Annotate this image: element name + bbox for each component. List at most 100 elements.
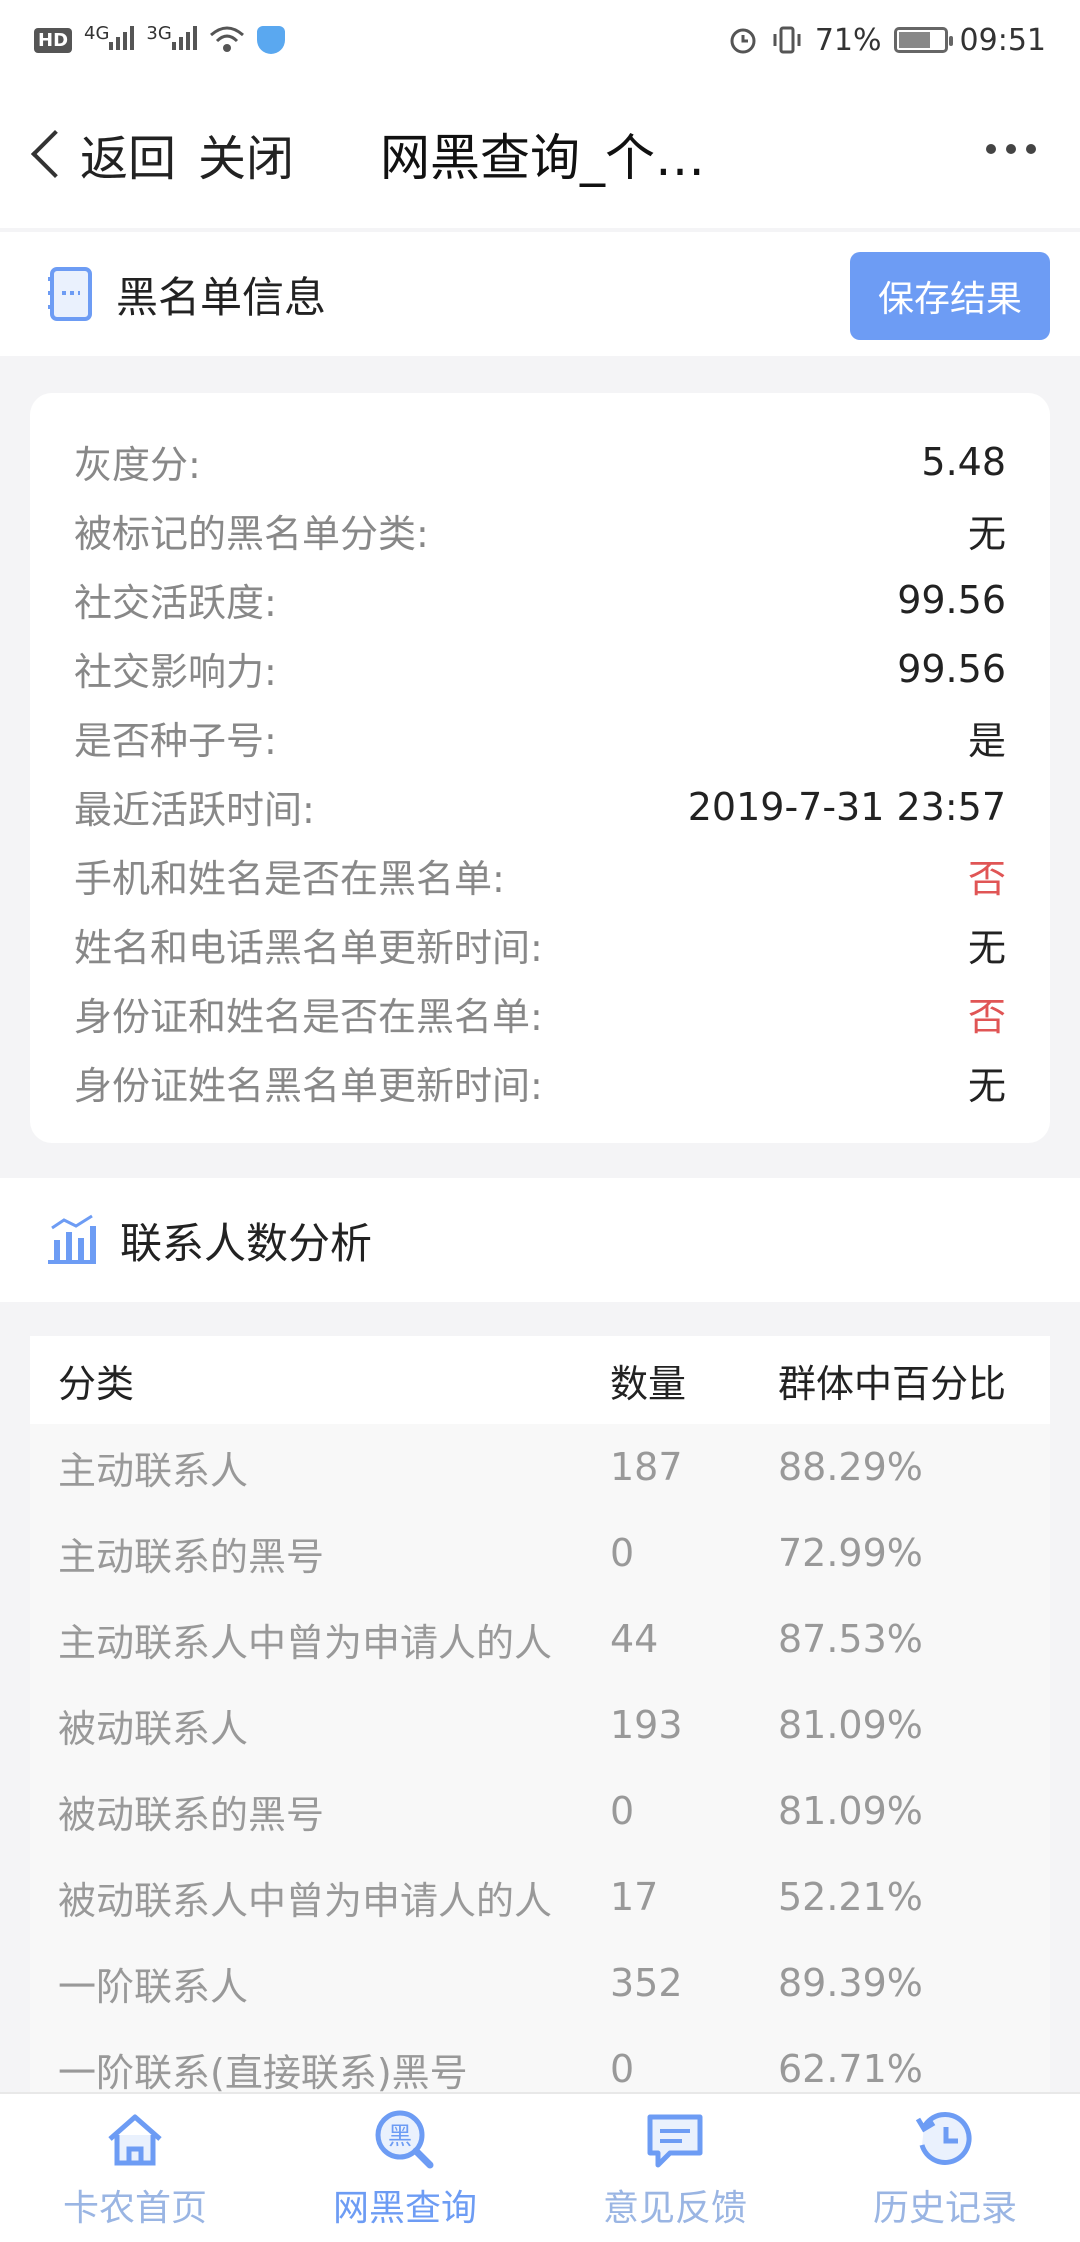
cell-count: 0 xyxy=(610,2047,635,2091)
back-button[interactable]: 返回 xyxy=(80,119,176,189)
info-row: 姓名和电话黑名单更新时间: 无 xyxy=(74,910,1006,979)
status-left: HD 4G 3G xyxy=(34,23,285,58)
section-title-contacts: 联系人数分析 xyxy=(120,1218,373,1268)
blacklist-search-icon: 黑 xyxy=(375,2110,434,2169)
cell-count: 17 xyxy=(610,1875,659,1919)
section-title-blacklist: 黑名单信息 xyxy=(116,272,327,322)
table-header: 分类 数量 群体中百分比 xyxy=(30,1336,1050,1424)
signal-bars-icon xyxy=(171,24,197,50)
save-result-button[interactable]: 保存结果 xyxy=(850,252,1050,340)
cell-percent: 72.99% xyxy=(778,1531,923,1575)
cell-category: 被动联系人 xyxy=(58,1706,249,1751)
info-value: 5.48 xyxy=(921,439,1006,484)
back-chevron-icon[interactable] xyxy=(30,129,80,179)
cell-percent: 88.29% xyxy=(778,1445,923,1489)
tab-home[interactable]: 卡农首页 xyxy=(0,2094,270,2242)
cell-count: 0 xyxy=(610,1531,635,1575)
cell-count: 0 xyxy=(610,1789,635,1833)
bar-chart-icon xyxy=(48,1214,96,1264)
tab-label-history: 历史记录 xyxy=(872,2188,1017,2229)
home-icon xyxy=(108,2114,162,2166)
status-right: 71% 09:51 xyxy=(727,23,1046,58)
info-value: 无 xyxy=(967,1064,1006,1108)
info-row: 被标记的黑名单分类: 无 xyxy=(74,496,1006,565)
cell-percent: 81.09% xyxy=(778,1703,923,1747)
blacklist-doc-icon xyxy=(48,267,92,321)
cell-category: 被动联系的黑号 xyxy=(58,1792,325,1837)
info-row: 社交影响力: 99.56 xyxy=(74,634,1006,703)
navigation-bar: 返回 关闭 网黑查询_个… xyxy=(0,80,1080,228)
info-value: 否 xyxy=(967,857,1006,901)
info-label: 社交活跃度: xyxy=(74,581,277,625)
security-shield-icon xyxy=(256,26,285,54)
table-row: 被动联系人中曾为申请人的人 17 52.21% xyxy=(30,1854,1050,1940)
table-row: 主动联系的黑号 0 72.99% xyxy=(30,1510,1050,1596)
info-label: 被标记的黑名单分类: xyxy=(74,512,429,556)
info-value: 99.56 xyxy=(897,577,1006,622)
info-label: 身份证姓名黑名单更新时间: xyxy=(74,1064,543,1108)
bottom-tab-bar: 卡农首页 黑 网黑查询 意见反馈 历史记录 xyxy=(0,2092,1080,2242)
info-row: 手机和姓名是否在黑名单: 否 xyxy=(74,841,1006,910)
table-row: 主动联系人中曾为申请人的人 44 87.53% xyxy=(30,1596,1050,1682)
table-row: 被动联系的黑号 0 81.09% xyxy=(30,1768,1050,1854)
wifi-icon xyxy=(209,26,244,52)
info-value: 无 xyxy=(967,512,1006,556)
cell-percent: 52.21% xyxy=(778,1875,923,1919)
blacklist-glyph: 黑 xyxy=(388,2122,412,2150)
blacklist-info-card: 灰度分: 5.48 被标记的黑名单分类: 无社交活跃度: 99.56 社交影响力: 99.5… xyxy=(30,393,1050,1143)
info-label: 手机和姓名是否在黑名单: xyxy=(74,857,505,901)
info-value: 是 xyxy=(967,719,1006,763)
alarm-icon xyxy=(730,28,756,54)
cell-count: 193 xyxy=(610,1703,683,1747)
feedback-icon xyxy=(647,2114,703,2168)
cell-percent: 87.53% xyxy=(778,1617,923,1661)
info-value: 无 xyxy=(967,926,1006,970)
header-count: 数量 xyxy=(610,1361,687,1406)
info-value: 否 xyxy=(967,995,1006,1039)
cell-percent: 89.39% xyxy=(778,1961,923,2005)
cell-category: 主动联系人中曾为申请人的人 xyxy=(58,1620,553,1665)
cell-category: 主动联系的黑号 xyxy=(58,1534,325,1579)
table-row: 主动联系人 187 88.29% xyxy=(30,1424,1050,1510)
info-row: 最近活跃时间: 2019-7-31 23:57 xyxy=(74,772,1006,841)
info-row: 身份证和姓名是否在黑名单: 否 xyxy=(74,979,1006,1048)
close-button[interactable]: 关闭 xyxy=(198,119,294,189)
tab-label-feedback: 意见反馈 xyxy=(602,2188,747,2229)
signal-4g: 4G xyxy=(84,23,135,58)
info-row: 灰度分: 5.48 xyxy=(74,427,1006,496)
tab-blacklist-search[interactable]: 黑 网黑查询 xyxy=(270,2094,540,2242)
status-bar: HD 4G 3G 71% 09:51 xyxy=(0,0,1080,80)
info-label: 最近活跃时间: xyxy=(74,788,315,832)
hd-badge: HD xyxy=(34,27,73,53)
info-row: 身份证姓名黑名单更新时间: 无 xyxy=(74,1048,1006,1117)
signal-3g: 3G xyxy=(146,23,197,58)
contacts-section-header: 联系人数分析 xyxy=(0,1178,1080,1302)
cell-category: 主动联系人 xyxy=(58,1448,249,1493)
info-value: 99.56 xyxy=(897,646,1006,691)
info-label: 姓名和电话黑名单更新时间: xyxy=(74,926,543,970)
contacts-table: 分类 数量 群体中百分比 主动联系人 187 88.29% 主动联系的黑号 0 72.99… xyxy=(30,1336,1050,2112)
cell-category: 被动联系人中曾为申请人的人 xyxy=(58,1878,553,1923)
info-label: 身份证和姓名是否在黑名单: xyxy=(74,995,543,1039)
cell-category: 一阶联系人 xyxy=(58,1964,249,2009)
tab-history[interactable]: 历史记录 xyxy=(810,2094,1080,2242)
info-row: 社交活跃度: 99.56 xyxy=(74,565,1006,634)
table-row: 被动联系人 193 81.09% xyxy=(30,1682,1050,1768)
info-label: 社交影响力: xyxy=(74,650,277,694)
cell-percent: 81.09% xyxy=(778,1789,923,1833)
tab-label-home: 卡农首页 xyxy=(62,2188,207,2229)
tab-feedback[interactable]: 意见反馈 xyxy=(540,2094,810,2242)
tab-label-blacklist-search: 网黑查询 xyxy=(332,2188,477,2229)
table-row: 一阶联系人 352 89.39% xyxy=(30,1940,1050,2026)
more-options-icon[interactable] xyxy=(986,144,1036,154)
cell-count: 352 xyxy=(610,1961,683,2005)
clock: 09:51 xyxy=(959,22,1046,58)
info-label: 灰度分: xyxy=(74,443,201,487)
info-label: 是否种子号: xyxy=(74,719,277,763)
cell-count: 187 xyxy=(610,1445,683,1489)
history-icon xyxy=(915,2112,972,2165)
header-percent: 群体中百分比 xyxy=(778,1361,1007,1406)
signal-bars-icon xyxy=(109,24,135,50)
info-value: 2019-7-31 23:57 xyxy=(687,784,1006,829)
blacklist-section-header: 黑名单信息 保存结果 xyxy=(0,232,1080,356)
